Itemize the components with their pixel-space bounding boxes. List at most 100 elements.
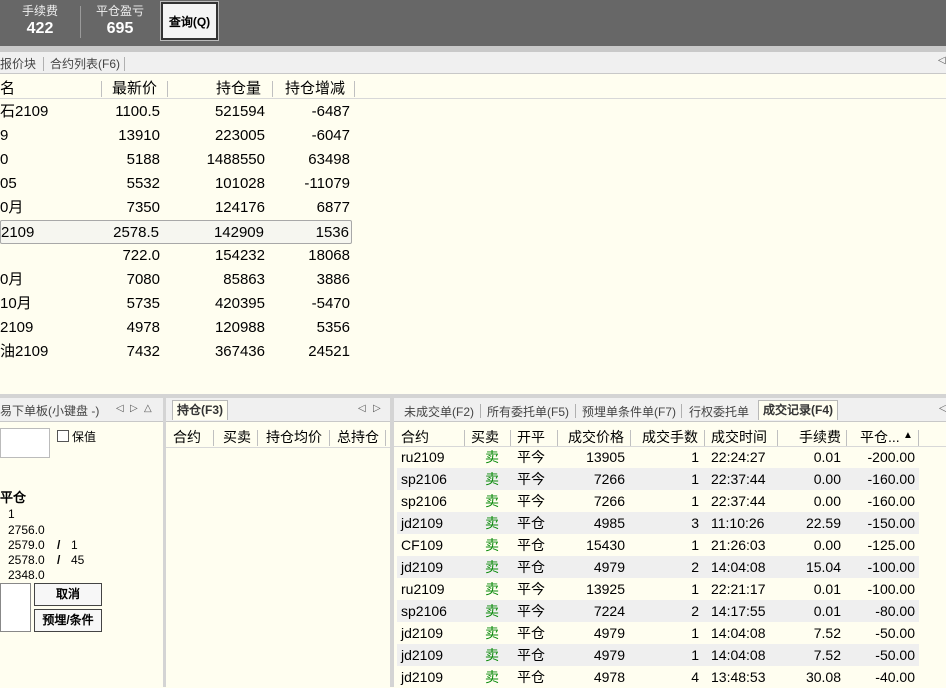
trade-row[interactable]: ru2109 卖 平今 13905 1 22:24:27 0.01 -200.00 bbox=[397, 446, 919, 468]
quote-row[interactable]: 9 13910 223005 -6047 bbox=[0, 124, 352, 148]
trade-time: 14:17:55 bbox=[711, 603, 766, 619]
trade-header-time[interactable]: 成交时间 bbox=[711, 428, 767, 446]
pos-header-side[interactable]: 买卖 bbox=[223, 428, 251, 446]
trade-side: 卖 bbox=[485, 669, 499, 685]
trade-open-close: 平仓 bbox=[517, 515, 545, 531]
trade-row[interactable]: ru2109 卖 平今 13925 1 22:21:17 0.01 -100.00 bbox=[397, 578, 919, 600]
quote-header-price[interactable]: 最新价 bbox=[112, 80, 157, 98]
trade-qty: 1 bbox=[691, 493, 699, 509]
quote-open-interest: 120988 bbox=[214, 319, 265, 336]
pos-header-contract[interactable]: 合约 bbox=[173, 428, 201, 446]
trade-side: 卖 bbox=[485, 647, 499, 663]
trade-close-pnl: -125.00 bbox=[867, 537, 915, 553]
sort-asc-icon[interactable]: ▲ bbox=[903, 430, 913, 441]
quote-row[interactable]: 2109 4978 120988 5356 bbox=[0, 316, 352, 340]
trade-row[interactable]: jd2109 卖 平仓 4979 1 14:04:08 7.52 -50.00 bbox=[397, 622, 919, 644]
tab-preset-orders[interactable]: 预埋单条件单(F7) bbox=[582, 403, 676, 421]
order-price-input[interactable] bbox=[0, 428, 50, 458]
level-price[interactable]: 2756.0 bbox=[8, 523, 45, 537]
quote-header-oi-change[interactable]: 持仓增减 bbox=[285, 80, 345, 98]
preset-condition-button[interactable]: 预埋/条件 bbox=[34, 609, 102, 632]
quote-header-name[interactable]: 名 bbox=[0, 80, 15, 98]
fee-value: 422 bbox=[26, 20, 54, 37]
tab-trade-records[interactable]: 成交记录(F4) bbox=[758, 400, 838, 420]
tab-quick-order[interactable]: 易下单板(小键盘 -) bbox=[0, 402, 99, 420]
pos-header-total[interactable]: 总持仓 bbox=[337, 428, 379, 446]
panel-splitter[interactable] bbox=[390, 398, 394, 687]
header-divider bbox=[385, 430, 386, 446]
quote-row[interactable]: 05 5532 101028 -11079 bbox=[0, 172, 352, 196]
tab-divider bbox=[43, 57, 44, 71]
fee-label: 手续费 bbox=[21, 4, 58, 18]
quote-name: 9 bbox=[0, 127, 9, 144]
trade-open-close: 平仓 bbox=[517, 647, 545, 663]
trade-row[interactable]: sp2106 卖 平今 7266 1 22:37:44 0.00 -160.00 bbox=[397, 468, 919, 490]
trade-row[interactable]: sp2106 卖 平今 7266 1 22:37:44 0.00 -160.00 bbox=[397, 490, 919, 512]
scroll-right-icon[interactable]: ▷ bbox=[373, 403, 381, 414]
order-side-box[interactable] bbox=[0, 583, 31, 632]
tab-positions[interactable]: 持仓(F3) bbox=[172, 400, 228, 420]
trade-row[interactable]: CF109 卖 平仓 15430 1 21:26:03 0.00 -125.00 bbox=[397, 534, 919, 556]
quote-row[interactable]: 0月 7080 85863 3886 bbox=[0, 268, 352, 292]
fee-stat: 手续费 422 bbox=[1, 3, 79, 39]
query-button[interactable]: 查询(Q) bbox=[160, 1, 219, 41]
tab-exercise-orders[interactable]: 行权委托单 bbox=[689, 403, 749, 421]
tab-all-orders[interactable]: 所有委托单(F5) bbox=[487, 403, 569, 421]
trade-contract: jd2109 bbox=[401, 559, 444, 575]
scroll-left-icon[interactable]: ◁ bbox=[939, 403, 946, 414]
quote-row[interactable]: 0 5188 1488550 63498 bbox=[0, 148, 352, 172]
trade-contract: CF109 bbox=[401, 537, 444, 553]
trade-open-close: 平仓 bbox=[517, 669, 545, 685]
trade-contract: jd2109 bbox=[401, 625, 444, 641]
quote-oi-change: 5356 bbox=[316, 319, 350, 336]
close-position-label[interactable]: 平仓 bbox=[0, 487, 26, 506]
quote-row[interactable]: 0月 7350 124176 6877 bbox=[0, 196, 352, 220]
quote-oi-change: 63498 bbox=[308, 151, 350, 168]
scroll-left-icon[interactable]: ◁ bbox=[358, 403, 366, 414]
level-price[interactable]: 2579.0 bbox=[8, 538, 45, 552]
tab-unfilled[interactable]: 未成交单(F2) bbox=[404, 403, 474, 421]
scroll-right-icon[interactable]: ▷ bbox=[130, 403, 138, 414]
trade-row[interactable]: jd2109 卖 平仓 4978 4 13:48:53 30.08 -40.00 bbox=[397, 666, 919, 688]
trade-header-open-close[interactable]: 开平 bbox=[517, 428, 545, 446]
tab-contract-list[interactable]: 合约列表(F6) bbox=[50, 55, 120, 73]
quote-price: 7432 bbox=[126, 343, 160, 360]
quote-row[interactable]: 10月 5735 420395 -5470 bbox=[0, 292, 352, 316]
hedge-label: 保值 bbox=[72, 430, 97, 444]
trade-header-fee[interactable]: 手续费 bbox=[799, 428, 841, 446]
cancel-button[interactable]: 取消 bbox=[34, 583, 102, 606]
trade-header-contract[interactable]: 合约 bbox=[401, 428, 429, 446]
collapse-icon[interactable]: △ bbox=[144, 403, 152, 414]
hedge-checkbox[interactable] bbox=[57, 430, 69, 442]
trade-header-side[interactable]: 买卖 bbox=[471, 428, 499, 446]
trade-contract: jd2109 bbox=[401, 515, 444, 531]
quote-row[interactable]: 722.0 154232 18068 bbox=[0, 244, 352, 268]
tab-quote-block[interactable]: 报价块 bbox=[0, 55, 36, 73]
quote-open-interest: 420395 bbox=[214, 295, 265, 312]
quote-price: 2578.5 bbox=[113, 224, 159, 241]
trade-header-close-pnl[interactable]: 平仓... bbox=[860, 428, 900, 446]
quote-oi-change: 1536 bbox=[315, 224, 349, 241]
quote-row[interactable]: 油2109 7432 367436 24521 bbox=[0, 340, 352, 364]
trade-row[interactable]: sp2106 卖 平今 7224 2 14:17:55 0.01 -80.00 bbox=[397, 600, 919, 622]
trade-row[interactable]: jd2109 卖 平仓 4979 2 14:04:08 15.04 -100.00 bbox=[397, 556, 919, 578]
scroll-left-icon[interactable]: ◁ bbox=[116, 403, 124, 414]
trade-row[interactable]: jd2109 卖 平仓 4979 1 14:04:08 7.52 -50.00 bbox=[397, 644, 919, 666]
scroll-left-icon[interactable]: ◁ bbox=[938, 55, 946, 66]
panel-splitter[interactable] bbox=[163, 398, 166, 687]
trade-header-price[interactable]: 成交价格 bbox=[568, 428, 624, 446]
trade-header-qty[interactable]: 成交手数 bbox=[642, 428, 698, 446]
quote-row[interactable]: 石2109 1100.5 521594 -6487 bbox=[0, 100, 352, 124]
trade-time: 21:26:03 bbox=[711, 537, 766, 553]
quote-header-oi[interactable]: 持仓量 bbox=[216, 80, 261, 98]
trade-row[interactable]: jd2109 卖 平仓 4985 3 11:10:26 22.59 -150.00 bbox=[397, 512, 919, 534]
quote-name: 油2109 bbox=[0, 343, 49, 360]
trade-close-pnl: -50.00 bbox=[875, 647, 915, 663]
trade-close-pnl: -50.00 bbox=[875, 625, 915, 641]
level-price[interactable]: 2578.0 bbox=[8, 553, 45, 567]
quote-name: 石2109 bbox=[0, 103, 49, 120]
level-price[interactable]: 2348.0 bbox=[8, 568, 45, 582]
pos-header-avg-price[interactable]: 持仓均价 bbox=[266, 428, 322, 446]
quote-row[interactable]: 2109 2578.5 142909 1536 bbox=[0, 220, 352, 244]
trade-time: 11:10:26 bbox=[711, 515, 765, 531]
